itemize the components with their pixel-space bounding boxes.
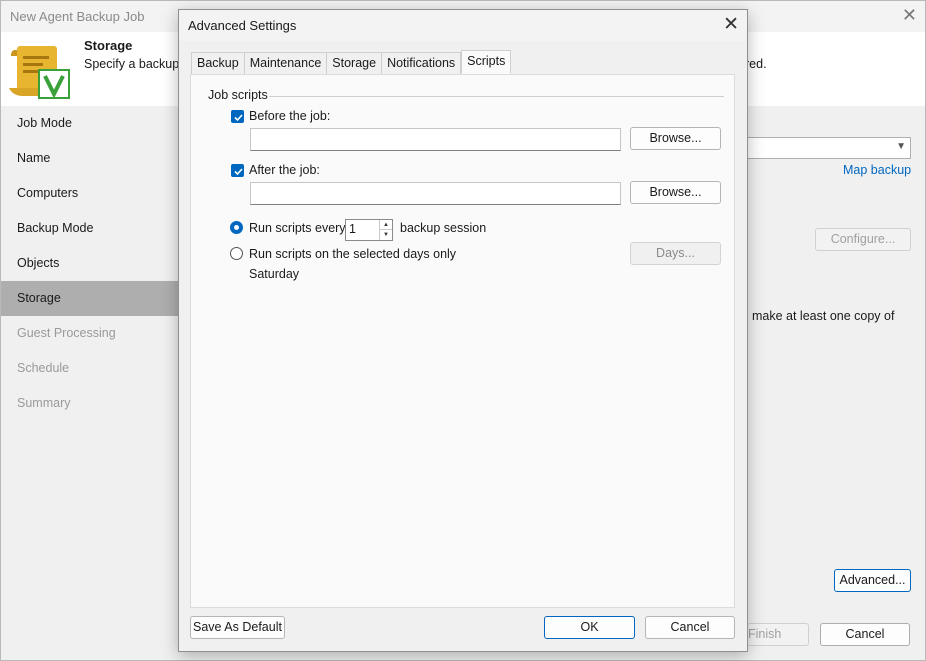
stepper-arrows: ▲ ▼ — [379, 220, 392, 240]
wizard-header-description-tail: red. — [745, 57, 767, 71]
checkmark-icon — [234, 114, 243, 122]
nav-step-job-mode[interactable]: Job Mode — [1, 106, 179, 141]
after-job-label: After the job: — [249, 163, 320, 177]
before-job-browse-button[interactable]: Browse... — [630, 127, 721, 150]
save-as-default-button[interactable]: Save As Default — [190, 616, 285, 639]
after-job-checkbox[interactable] — [231, 164, 244, 177]
scripts-tab-panel: Job scripts Before the job: Browse... Af… — [190, 74, 735, 608]
run-selected-days-label: Run scripts on the selected days only — [249, 247, 457, 261]
tab-notifications[interactable]: Notifications — [381, 52, 462, 74]
configure-button[interactable]: Configure... — [815, 228, 911, 251]
map-backup-link[interactable]: Map backup — [843, 163, 911, 177]
close-icon[interactable]: ✕ — [723, 13, 739, 36]
wizard-header-title: Storage — [84, 38, 133, 53]
nav-step-name[interactable]: Name — [1, 141, 179, 176]
before-job-script-input[interactable] — [250, 128, 621, 151]
checkmark-icon — [234, 168, 243, 176]
secondary-copy-text: make at least one copy of — [752, 309, 895, 323]
advanced-button[interactable]: Advanced... — [834, 569, 911, 592]
nav-step-schedule: Schedule — [17, 361, 70, 375]
dialog-cancel-button[interactable]: Cancel — [645, 616, 735, 639]
wizard-step-list: Job Mode Name Computers Backup Mode Obje… — [1, 106, 179, 421]
stepper-up-icon[interactable]: ▲ — [380, 220, 392, 230]
nav-step-backup-mode[interactable]: Backup Mode — [1, 211, 179, 246]
wizard-cancel-button[interactable]: Cancel — [820, 623, 910, 646]
run-every-label: Run scripts every — [249, 221, 346, 235]
after-job-script-input[interactable] — [250, 182, 621, 205]
nav-step-summary: Summary — [17, 396, 71, 410]
group-divider — [269, 96, 724, 97]
tab-backup[interactable]: Backup — [191, 52, 244, 74]
chevron-down-icon: ▼ — [896, 141, 906, 152]
advanced-settings-dialog: Advanced Settings ✕ Backup Maintenance S… — [178, 9, 748, 652]
run-selected-days-radio[interactable] — [230, 247, 243, 260]
finish-button[interactable]: Finish — [747, 623, 809, 646]
backup-job-logo-icon — [9, 46, 70, 99]
before-job-label: Before the job: — [249, 109, 331, 123]
nav-step-objects[interactable]: Objects — [1, 246, 179, 281]
run-every-radio[interactable] — [230, 221, 243, 234]
wizard-close-icon[interactable]: ✕ — [902, 5, 917, 26]
days-button[interactable]: Days... — [630, 242, 721, 265]
wizard-title: New Agent Backup Job — [10, 9, 145, 24]
finish-button-label: Finish — [748, 627, 782, 641]
session-count-value: 1 — [349, 222, 356, 236]
wizard-header-description: Specify a backup r — [84, 57, 187, 71]
repository-dropdown[interactable]: ▼ — [735, 137, 911, 159]
stepper-down-icon[interactable]: ▼ — [380, 230, 392, 240]
tab-maintenance[interactable]: Maintenance — [243, 52, 327, 74]
tab-scripts[interactable]: Scripts — [461, 50, 512, 74]
after-job-browse-button[interactable]: Browse... — [630, 181, 721, 204]
selected-days-value: Saturday — [249, 267, 300, 281]
settings-tabs: Backup Maintenance Storage Notifications… — [191, 50, 512, 74]
job-scripts-group-label: Job scripts — [208, 88, 268, 102]
nav-step-guest-processing: Guest Processing — [17, 326, 116, 340]
tab-storage[interactable]: Storage — [326, 52, 382, 74]
dialog-title: Advanced Settings — [188, 18, 297, 33]
session-count-stepper[interactable]: 1 ▲ ▼ — [345, 219, 393, 241]
before-job-checkbox[interactable] — [231, 110, 244, 123]
ok-button[interactable]: OK — [544, 616, 635, 639]
nav-step-storage[interactable]: Storage — [1, 281, 179, 316]
dialog-titlebar: Advanced Settings ✕ — [179, 10, 747, 41]
backup-session-label: backup session — [400, 221, 487, 235]
nav-step-computers[interactable]: Computers — [1, 176, 179, 211]
